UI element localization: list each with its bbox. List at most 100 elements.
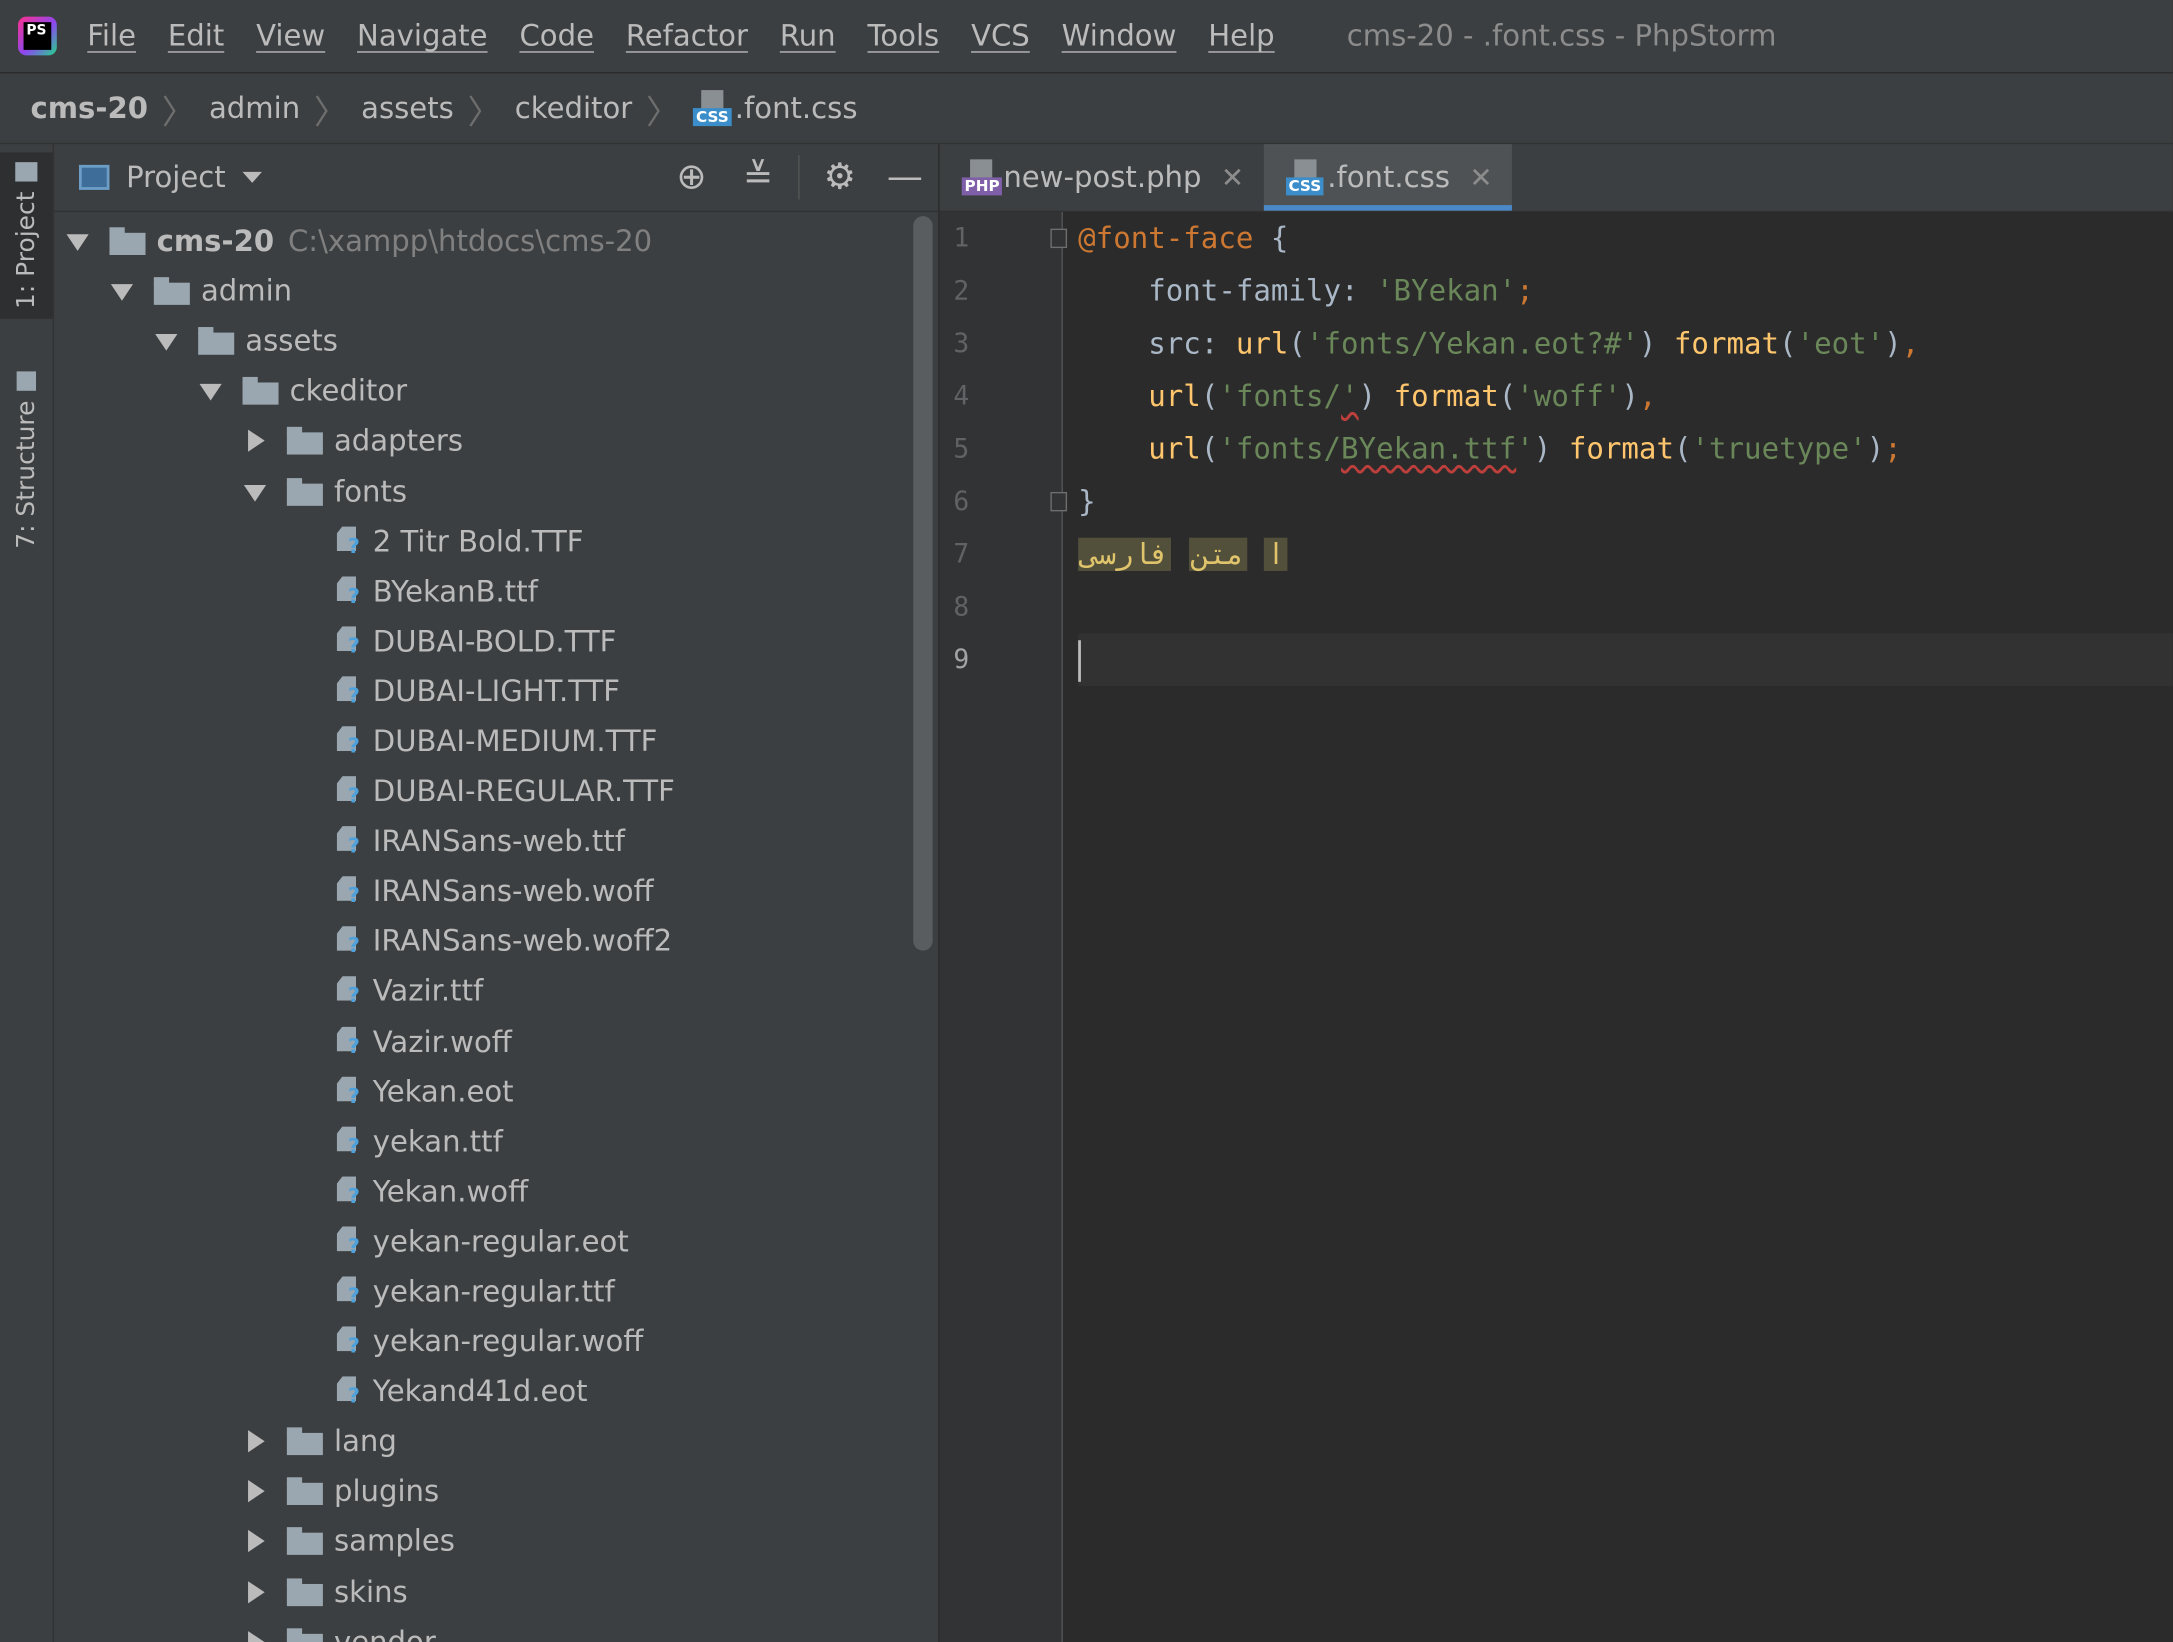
tree-node-vendor[interactable]: vendor xyxy=(54,1617,913,1642)
expand-arrow-icon[interactable] xyxy=(243,1429,268,1454)
phpstorm-window: PS File Edit View Navigate Code Refactor… xyxy=(0,0,2173,1642)
token-function: url xyxy=(1235,327,1289,361)
tree-file[interactable]: ? DUBAI-BOLD.TTF xyxy=(54,616,913,666)
tree-file[interactable]: ? DUBAI-REGULAR.TTF xyxy=(54,766,913,816)
menu-view[interactable]: View xyxy=(256,19,325,52)
menu-navigate[interactable]: Navigate xyxy=(357,19,488,52)
folder-icon xyxy=(286,1527,323,1556)
menu-run[interactable]: Run xyxy=(780,19,836,52)
fold-marker-icon[interactable] xyxy=(1050,228,1068,249)
token-function: url xyxy=(1148,432,1201,466)
expand-arrow-icon[interactable] xyxy=(198,379,223,404)
tree-file[interactable]: ? Vazir.ttf xyxy=(54,966,913,1016)
collapse-all-icon[interactable]: ≚ xyxy=(739,158,778,197)
line-number-gutter[interactable]: 1 2 3 4 5 6 7 8 9 xyxy=(939,212,1068,1642)
tree-node-plugins[interactable]: plugins xyxy=(54,1467,913,1517)
menu-code[interactable]: Code xyxy=(519,19,594,52)
expand-arrow-icon[interactable] xyxy=(243,1629,268,1642)
menu-file[interactable]: File xyxy=(87,19,136,52)
tree-file[interactable]: ? DUBAI-MEDIUM.TTF xyxy=(54,716,913,766)
expand-arrow-icon[interactable] xyxy=(243,479,268,504)
breadcrumb-separator-icon: 〉 xyxy=(646,92,680,131)
unknown-file-icon: ? xyxy=(334,1224,364,1260)
menu-vcs[interactable]: VCS xyxy=(971,19,1030,52)
tree-node-label: skins xyxy=(333,1575,408,1609)
expand-arrow-icon[interactable] xyxy=(243,1479,268,1504)
fold-marker-icon[interactable] xyxy=(1050,491,1068,512)
expand-arrow-icon[interactable] xyxy=(243,1529,268,1554)
tree-node-lang[interactable]: lang xyxy=(54,1417,913,1467)
tree-node-ckeditor[interactable]: ckeditor xyxy=(54,366,913,416)
tree-file[interactable]: ? yekan-regular.eot xyxy=(54,1217,913,1267)
tree-file[interactable]: ? DUBAI-LIGHT.TTF xyxy=(54,666,913,716)
tree-node-assets[interactable]: assets xyxy=(54,316,913,366)
tree-node-admin[interactable]: admin xyxy=(54,266,913,316)
token-at-rule: @font-face xyxy=(1078,221,1254,255)
expand-arrow-icon[interactable] xyxy=(109,279,134,304)
expand-arrow-icon[interactable] xyxy=(243,1579,268,1604)
folder-icon xyxy=(286,1627,323,1642)
breadcrumb: cms-20 〉 admin 〉 assets 〉 ckeditor 〉 CSS… xyxy=(0,73,2173,145)
breadcrumb-cms-20[interactable]: cms-20 xyxy=(30,91,147,124)
unknown-file-icon: ? xyxy=(334,1023,364,1059)
code-editor[interactable]: @font-face { font-family: 'BYekan'; src:… xyxy=(1078,212,2173,686)
tree-file[interactable]: ? yekan.ttf xyxy=(54,1117,913,1167)
menu-window[interactable]: Window xyxy=(1062,19,1177,52)
tree-file[interactable]: ? Yekand41d.eot xyxy=(54,1367,913,1417)
close-icon[interactable]: ✕ xyxy=(1221,161,1244,194)
breadcrumb-ckeditor[interactable]: ckeditor xyxy=(515,91,632,124)
tab-font-css[interactable]: CSS .font.css ✕ xyxy=(1263,144,1513,211)
tree-file[interactable]: ? BYekanB.ttf xyxy=(54,566,913,616)
menu-help[interactable]: Help xyxy=(1208,19,1274,52)
expand-arrow-icon[interactable] xyxy=(65,229,90,254)
minimize-icon[interactable]: — xyxy=(886,158,925,197)
project-tool-tab[interactable]: 1: Project xyxy=(0,152,53,319)
tab-new-post-php[interactable]: PHP new-post.php ✕ xyxy=(940,144,1264,211)
tree-file[interactable]: ? IRANSans-web.ttf xyxy=(54,816,913,866)
structure-tool-tab[interactable]: 7: Structure xyxy=(0,363,53,557)
line-number: 7 xyxy=(953,539,970,570)
tree-file[interactable]: ? Yekan.eot xyxy=(54,1067,913,1117)
chevron-down-icon[interactable] xyxy=(242,171,262,183)
token-string: 'fonts/Yekan.eot?#' xyxy=(1305,327,1639,361)
tree-file[interactable]: ? 2 Titr Bold.TTF xyxy=(54,516,913,566)
expand-arrow-icon[interactable] xyxy=(243,429,268,454)
menu-tools[interactable]: Tools xyxy=(868,19,940,52)
token-function: format xyxy=(1393,379,1499,413)
project-view-icon xyxy=(78,164,110,190)
project-panel-header: Project ⊕ ≚ ⚙ — xyxy=(54,144,939,213)
tree-file[interactable]: ? Vazir.woff xyxy=(54,1016,913,1066)
tree-file-label: Vazir.ttf xyxy=(372,974,484,1009)
tree-node-skins[interactable]: skins xyxy=(54,1567,913,1617)
tree-node-samples[interactable]: samples xyxy=(54,1517,913,1567)
project-scrollbar[interactable] xyxy=(913,216,933,951)
breadcrumb-assets[interactable]: assets xyxy=(361,91,454,124)
menu-refactor[interactable]: Refactor xyxy=(626,19,748,52)
token-string-error: BYekan.ttf xyxy=(1341,432,1517,466)
tree-file[interactable]: ? IRANSans-web.woff xyxy=(54,866,913,916)
menu-edit[interactable]: Edit xyxy=(168,19,224,52)
breadcrumb-admin[interactable]: admin xyxy=(209,91,300,124)
tree-node-fonts[interactable]: fonts xyxy=(54,466,913,516)
tree-node-label: samples xyxy=(333,1525,455,1559)
project-view-selector[interactable]: Project xyxy=(126,161,226,194)
tree-file-label: yekan.ttf xyxy=(372,1124,503,1159)
structure-tool-tab-label: 7: Structure xyxy=(11,401,41,550)
menu-bar: PS File Edit View Navigate Code Refactor… xyxy=(0,0,2173,74)
tree-file[interactable]: ? yekan-regular.woff xyxy=(54,1317,913,1367)
tree-node-label: ckeditor xyxy=(289,374,408,408)
tree-node-adapters[interactable]: adapters xyxy=(54,416,913,466)
code-line-9 xyxy=(1078,633,2173,686)
tree-file-label: Yekan.eot xyxy=(372,1074,514,1109)
breadcrumb-font-css[interactable]: .font.css xyxy=(735,91,858,124)
close-icon[interactable]: ✕ xyxy=(1469,161,1492,194)
tree-file[interactable]: ? IRANSans-web.woff2 xyxy=(54,916,913,966)
locate-file-icon[interactable]: ⊕ xyxy=(672,158,711,197)
tree-node-cms-20[interactable]: cms-20 C:\xampp\htdocs\cms-20 xyxy=(54,216,913,266)
tree-file[interactable]: ? yekan-regular.ttf xyxy=(54,1267,913,1317)
code-line-6: } xyxy=(1078,475,2173,528)
expand-arrow-icon[interactable] xyxy=(154,329,179,354)
editor-area: PHP new-post.php ✕ CSS .font.css ✕ 1 2 3… xyxy=(939,144,2173,1642)
gear-icon[interactable]: ⚙ xyxy=(820,158,859,197)
tree-file[interactable]: ? Yekan.woff xyxy=(54,1167,913,1217)
